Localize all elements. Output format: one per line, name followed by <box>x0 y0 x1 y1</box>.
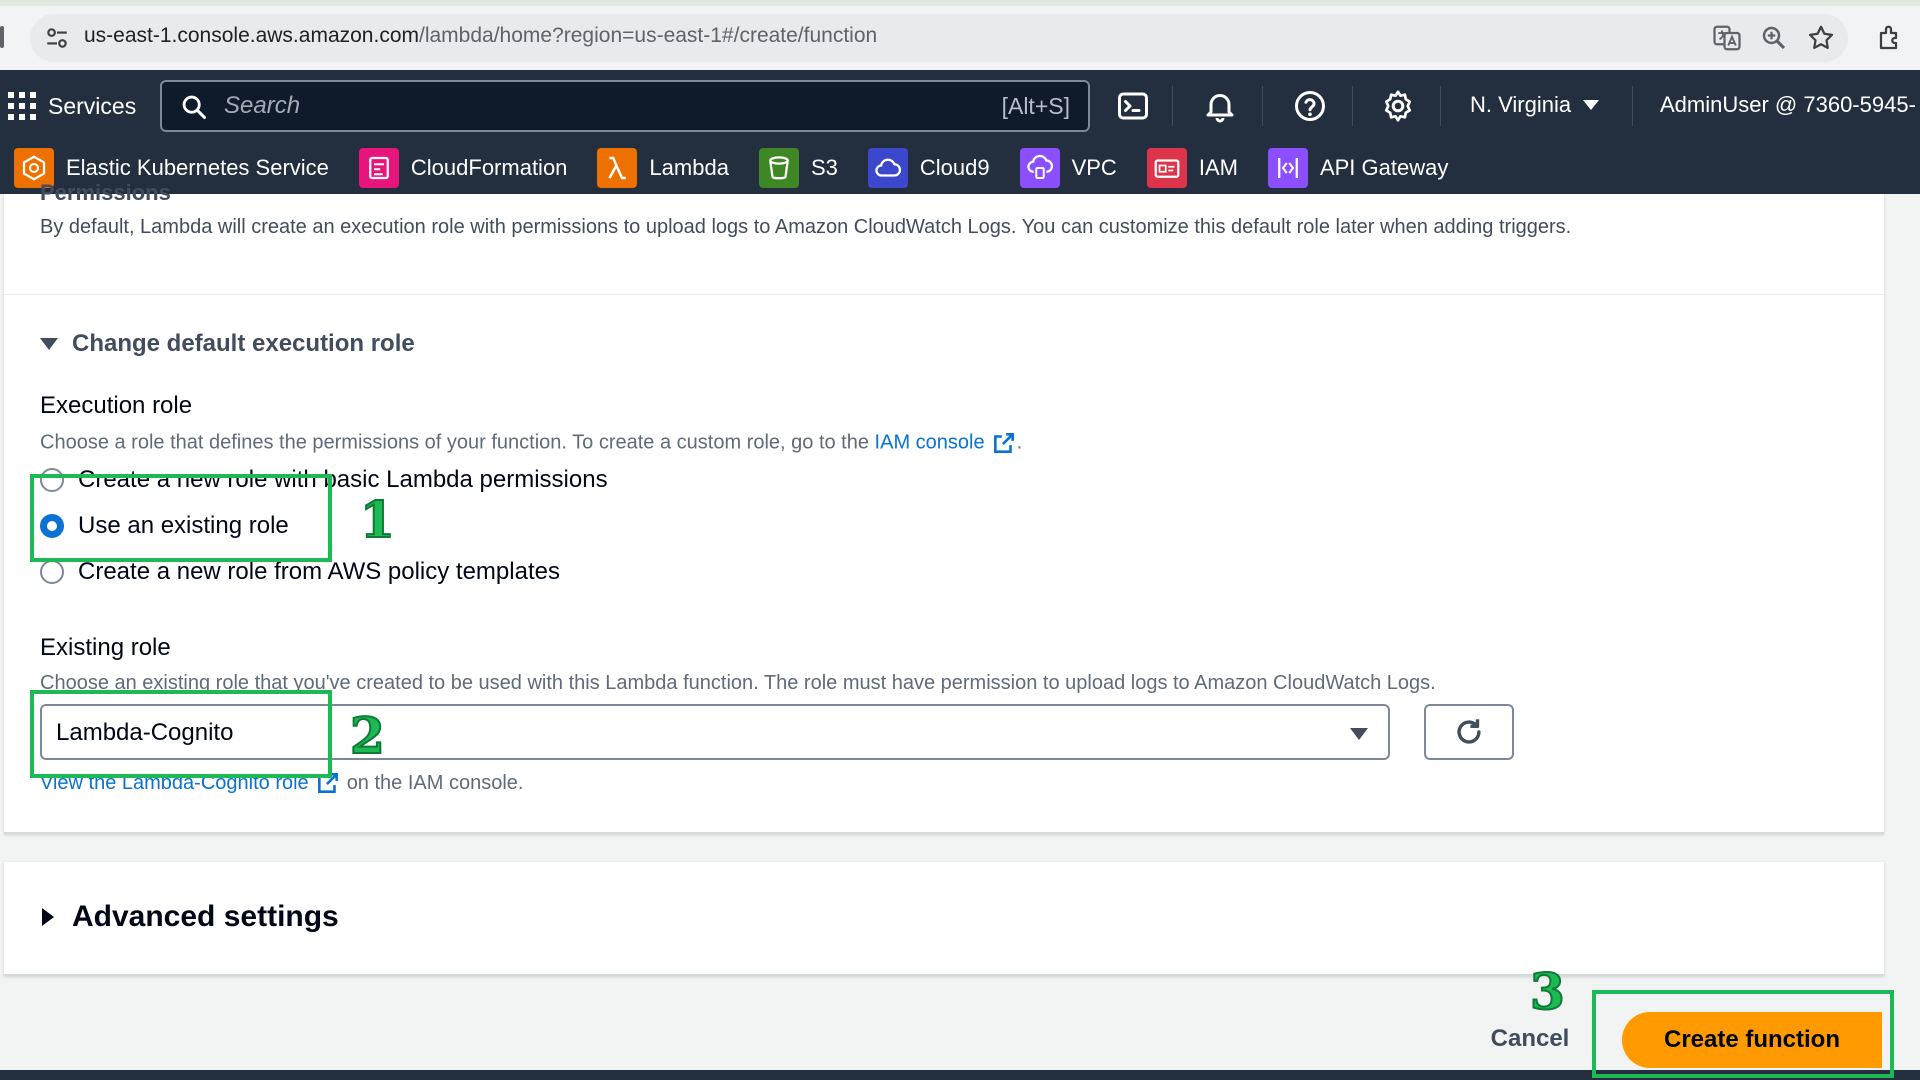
lambda-icon <box>597 148 638 188</box>
reload-icon[interactable] <box>0 26 4 48</box>
bookmark-star-icon[interactable] <box>1806 23 1836 53</box>
execution-role-hint: Choose a role that defines the permissio… <box>40 430 1022 456</box>
search-input[interactable] <box>224 82 824 130</box>
aws-top-nav: Services [Alt+S] <box>0 70 1920 142</box>
nav-divider <box>1352 86 1353 126</box>
favorite-label: Cloud9 <box>919 155 990 180</box>
external-link-icon[interactable] <box>991 430 1017 456</box>
favorite-label: VPC <box>1071 155 1117 180</box>
favorite-vpc[interactable]: VPC <box>1019 148 1117 188</box>
iam-icon <box>1146 148 1187 188</box>
url-path: /lambda/home?region=us-east-1#/create/fu… <box>419 24 878 47</box>
view-role-suffix: on the IAM console. <box>346 771 524 794</box>
refresh-icon <box>1457 719 1481 744</box>
services-grid-icon <box>8 92 36 120</box>
radio-create-from-templates[interactable]: Create a new role from AWS policy templa… <box>40 558 560 586</box>
annotation-box-step1 <box>30 474 332 562</box>
region-label: N. Virginia <box>1470 92 1572 117</box>
services-label: Services <box>48 92 137 119</box>
hint-suffix: . <box>1016 431 1023 454</box>
radio-button[interactable] <box>40 560 64 584</box>
expand-caret-icon <box>42 908 54 926</box>
cloudformation-icon <box>358 148 399 188</box>
services-menu-button[interactable]: Services <box>8 86 136 126</box>
change-execution-role-expander[interactable]: Change default execution role <box>40 330 415 358</box>
favorite-label: Lambda <box>649 155 729 180</box>
annotation-number-step3: 3 <box>1529 961 1566 1022</box>
favorite-api-gateway[interactable]: API Gateway <box>1267 148 1449 188</box>
favorite-cloudformation[interactable]: CloudFormation <box>358 148 568 188</box>
api-gateway-icon <box>1267 148 1308 188</box>
browser-tab-strip <box>0 0 1920 6</box>
extensions-icon[interactable] <box>1876 23 1906 53</box>
favorites-bar: Elastic Kubernetes Service CloudFormatio… <box>0 142 1920 194</box>
expander-title: Change default execution role <box>72 330 415 357</box>
caret-down-icon <box>1583 100 1600 110</box>
url-host: us-east-1.console.aws.amazon.com <box>84 24 419 47</box>
account-menu[interactable]: AdminUser @ 7360-5945- <box>1660 92 1916 118</box>
nav-divider <box>1262 86 1263 126</box>
refresh-roles-button[interactable] <box>1424 704 1514 760</box>
expand-caret-icon <box>40 338 58 350</box>
execution-role-label: Execution role <box>40 392 193 419</box>
search-shortcut-hint: [Alt+S] <box>1001 93 1070 119</box>
site-settings-icon[interactable] <box>44 25 70 51</box>
radio-label: Create a new role from AWS policy templa… <box>78 558 560 585</box>
s3-bucket-icon <box>758 148 799 188</box>
settings-gear-icon[interactable] <box>1380 88 1416 124</box>
advanced-settings-expander[interactable]: Advanced settings <box>42 900 339 934</box>
panel-divider <box>4 294 1884 295</box>
vpc-icon <box>1019 148 1060 188</box>
search-icon <box>182 95 207 120</box>
url-text[interactable]: us-east-1.console.aws.amazon.com/lambda/… <box>84 24 877 48</box>
caret-down-icon <box>1350 728 1368 740</box>
help-icon[interactable] <box>1292 88 1328 124</box>
hint-text: Choose a role that defines the permissio… <box>40 431 869 454</box>
cloudshell-icon[interactable] <box>1115 88 1151 124</box>
zoom-icon[interactable] <box>1759 23 1789 53</box>
annotation-number-step1: 1 <box>359 489 396 550</box>
nav-divider <box>1440 86 1441 126</box>
app-root: us-east-1.console.aws.amazon.com/lambda/… <box>0 0 1920 1080</box>
permissions-heading: Permissions <box>40 180 171 205</box>
favorite-iam[interactable]: IAM <box>1146 148 1238 188</box>
browser-toolbar: us-east-1.console.aws.amazon.com/lambda/… <box>0 0 1920 70</box>
existing-role-label: Existing role <box>40 634 171 661</box>
favorite-label: IAM <box>1198 155 1238 180</box>
translate-icon[interactable] <box>1712 23 1742 53</box>
notifications-bell-icon[interactable] <box>1202 88 1238 124</box>
permissions-description: By default, Lambda will create an execut… <box>40 216 1572 238</box>
favorite-cloud9[interactable]: Cloud9 <box>867 148 990 188</box>
favorite-label: API Gateway <box>1319 155 1449 180</box>
annotation-box-step2 <box>30 690 332 778</box>
annotation-box-step3 <box>1592 990 1894 1078</box>
favorite-label: Elastic Kubernetes Service <box>66 155 329 180</box>
iam-console-link[interactable]: IAM console <box>875 431 985 453</box>
favorite-label: CloudFormation <box>410 155 568 180</box>
favorite-label: S3 <box>810 155 838 180</box>
annotation-number-step2: 2 <box>349 705 386 766</box>
search-box[interactable]: [Alt+S] <box>160 80 1090 132</box>
nav-divider <box>1632 86 1633 126</box>
advanced-settings-title: Advanced settings <box>72 900 339 933</box>
region-selector[interactable]: N. Virginia <box>1470 92 1600 118</box>
cloud9-icon <box>867 148 908 188</box>
advanced-settings-panel: Advanced settings <box>4 862 1884 976</box>
nav-divider <box>1172 86 1173 126</box>
cancel-button[interactable]: Cancel <box>1470 1018 1590 1060</box>
favorite-lambda[interactable]: Lambda <box>597 148 729 188</box>
favorite-s3[interactable]: S3 <box>758 148 838 188</box>
